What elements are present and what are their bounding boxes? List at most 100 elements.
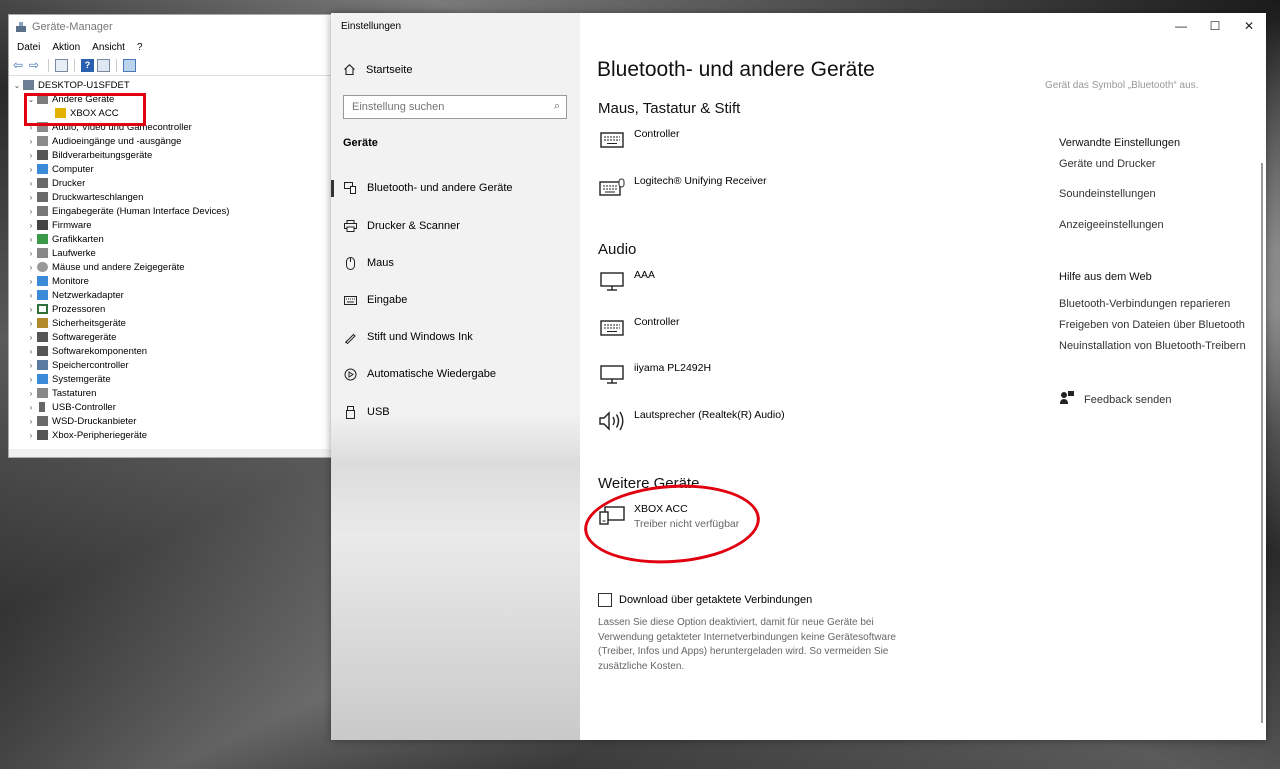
chevron-right-icon[interactable]: › bbox=[25, 193, 37, 202]
tree-item-audio-io[interactable]: › Audioeingänge und -ausgänge bbox=[9, 134, 337, 148]
forward-arrow-icon[interactable]: ⇨ bbox=[29, 58, 42, 72]
tree-item-speichercontroller[interactable]: › Speichercontroller bbox=[9, 358, 337, 372]
settings-search-box[interactable]: ⌕ bbox=[343, 95, 567, 119]
tree-item-softwaregeraete[interactable]: › Softwaregeräte bbox=[9, 330, 337, 344]
tree-item-systemgeraete[interactable]: › Systemgeräte bbox=[9, 372, 337, 386]
chevron-right-icon[interactable]: › bbox=[25, 277, 37, 286]
feedback-link[interactable]: Feedback senden bbox=[1059, 391, 1171, 408]
tree-item-computer[interactable]: › Computer bbox=[9, 162, 337, 176]
menu-ansicht[interactable]: Ansicht bbox=[92, 42, 125, 53]
nav-item-autoplay[interactable]: Automatische Wiedergabe bbox=[331, 359, 580, 389]
nav-item-label: Stift und Windows Ink bbox=[367, 331, 473, 343]
nav-item-usb[interactable]: USB bbox=[331, 397, 580, 427]
speaker-icon bbox=[598, 409, 626, 433]
chevron-right-icon[interactable]: › bbox=[25, 235, 37, 244]
tree-item-grafikkarten[interactable]: › Grafikkarten bbox=[9, 232, 337, 246]
tree-item-tastaturen[interactable]: › Tastaturen bbox=[9, 386, 337, 400]
chevron-right-icon[interactable]: › bbox=[25, 389, 37, 398]
tree-item-sicherheit[interactable]: › Sicherheitsgeräte bbox=[9, 316, 337, 330]
device-tree[interactable]: ⌄ DESKTOP-U1SFDET ⌄ Andere Geräte XBOX A… bbox=[9, 76, 337, 442]
tree-root-computer[interactable]: ⌄ DESKTOP-U1SFDET bbox=[9, 78, 337, 92]
tree-item-prozessoren[interactable]: › Prozessoren bbox=[9, 302, 337, 316]
tree-item-softwarekomponenten[interactable]: › Softwarekomponenten bbox=[9, 344, 337, 358]
metered-download-option[interactable]: Download über getaktete Verbindungen bbox=[598, 593, 812, 607]
link-soundeinstellungen[interactable]: Soundeinstellungen bbox=[1059, 188, 1156, 200]
chevron-down-icon[interactable]: ⌄ bbox=[11, 81, 23, 90]
tree-item-hid[interactable]: › Eingabegeräte (Human Interface Devices) bbox=[9, 204, 337, 218]
nav-item-bluetooth[interactable]: Bluetooth- und andere Geräte bbox=[331, 173, 580, 203]
tree-item-usb[interactable]: › USB-Controller bbox=[9, 400, 337, 414]
tree-item-monitore[interactable]: › Monitore bbox=[9, 274, 337, 288]
metered-download-checkbox[interactable] bbox=[598, 593, 612, 607]
menu-datei[interactable]: Datei bbox=[17, 42, 40, 53]
chevron-right-icon[interactable]: › bbox=[25, 403, 37, 412]
help-icon[interactable]: ? bbox=[81, 58, 94, 72]
chevron-right-icon[interactable]: › bbox=[25, 249, 37, 258]
driver-update-icon[interactable] bbox=[97, 58, 110, 72]
tree-item-laufwerke[interactable]: › Laufwerke bbox=[9, 246, 337, 260]
tree-item-imaging[interactable]: › Bildverarbeitungsgeräte bbox=[9, 148, 337, 162]
menu-help[interactable]: ? bbox=[137, 42, 143, 53]
tree-item-maeuse[interactable]: › Mäuse und andere Zeigegeräte bbox=[9, 260, 337, 274]
chevron-right-icon[interactable]: › bbox=[25, 375, 37, 384]
chevron-right-icon[interactable]: › bbox=[25, 347, 37, 356]
link-treiber-neuinstallation[interactable]: Neuinstallation von Bluetooth-Treibern bbox=[1059, 340, 1246, 352]
chevron-right-icon[interactable]: › bbox=[25, 431, 37, 440]
gamepad-icon bbox=[37, 430, 48, 440]
red-highlight-box bbox=[24, 93, 146, 126]
settings-content: Bluetooth- und andere Geräte Gerät das S… bbox=[580, 13, 1266, 740]
device-manager-window[interactable]: Geräte-Manager Datei Aktion Ansicht ? ⇦ … bbox=[8, 14, 338, 458]
device-item[interactable]: AAA bbox=[598, 269, 655, 293]
settings-window[interactable]: Einstellungen Startseite ⌕ Geräte Blueto… bbox=[331, 13, 1266, 740]
tree-item-label: Bildverarbeitungsgeräte bbox=[52, 149, 153, 161]
horizontal-scrollbar[interactable] bbox=[9, 449, 337, 457]
device-item[interactable]: Lautsprecher (Realtek(R) Audio) bbox=[598, 409, 785, 433]
computer-icon bbox=[37, 164, 48, 174]
link-bluetooth-reparieren[interactable]: Bluetooth-Verbindungen reparieren bbox=[1059, 298, 1230, 310]
monitor-icon bbox=[37, 276, 48, 286]
chevron-right-icon[interactable]: › bbox=[25, 333, 37, 342]
device-item[interactable]: Controller bbox=[598, 128, 680, 152]
nav-item-drucker-scanner[interactable]: Drucker & Scanner bbox=[331, 211, 580, 241]
chevron-right-icon[interactable]: › bbox=[25, 165, 37, 174]
nav-item-stift[interactable]: Stift und Windows Ink bbox=[331, 322, 580, 352]
chevron-right-icon[interactable]: › bbox=[25, 151, 37, 160]
tree-item-label: Eingabegeräte (Human Interface Devices) bbox=[52, 205, 230, 217]
hid-icon bbox=[37, 206, 48, 216]
chevron-right-icon[interactable]: › bbox=[25, 207, 37, 216]
device-item[interactable]: Controller bbox=[598, 316, 680, 340]
nav-home[interactable]: Startseite bbox=[343, 63, 412, 76]
device-item[interactable]: Logitech® Unifying Receiver bbox=[598, 175, 767, 199]
properties-icon[interactable] bbox=[55, 58, 68, 72]
chevron-right-icon[interactable]: › bbox=[25, 221, 37, 230]
tree-item-firmware[interactable]: › Firmware bbox=[9, 218, 337, 232]
chevron-right-icon[interactable]: › bbox=[25, 179, 37, 188]
help-title: Hilfe aus dem Web bbox=[1059, 271, 1152, 283]
chevron-right-icon[interactable]: › bbox=[25, 291, 37, 300]
chevron-right-icon[interactable]: › bbox=[25, 263, 37, 272]
section-title-geraete: Geräte bbox=[343, 137, 378, 149]
back-arrow-icon[interactable]: ⇦ bbox=[13, 58, 26, 72]
search-icon[interactable]: ⌕ bbox=[554, 100, 560, 113]
device-manager-titlebar[interactable]: Geräte-Manager bbox=[9, 15, 337, 39]
link-dateien-freigeben[interactable]: Freigeben von Dateien über Bluetooth bbox=[1059, 319, 1245, 331]
menu-aktion[interactable]: Aktion bbox=[52, 42, 80, 53]
chevron-right-icon[interactable]: › bbox=[25, 319, 37, 328]
chevron-right-icon[interactable]: › bbox=[25, 417, 37, 426]
link-geraete-drucker[interactable]: Geräte und Drucker bbox=[1059, 158, 1156, 170]
nav-item-eingabe[interactable]: Eingabe bbox=[331, 285, 580, 315]
device-item[interactable]: iiyama PL2492H bbox=[598, 362, 711, 386]
tree-item-wsd[interactable]: › WSD-Druckanbieter bbox=[9, 414, 337, 428]
tree-item-drucker[interactable]: › Drucker bbox=[9, 176, 337, 190]
settings-search-input[interactable] bbox=[352, 101, 537, 113]
nav-item-maus[interactable]: Maus bbox=[331, 248, 580, 278]
tree-item-druckwarteschlangen[interactable]: › Druckwarteschlangen bbox=[9, 190, 337, 204]
link-anzeigeeinstellungen[interactable]: Anzeigeeinstellungen bbox=[1059, 219, 1164, 231]
tree-item-xbox-peripherie[interactable]: › Xbox-Peripheriegeräte bbox=[9, 428, 337, 442]
monitor-scan-icon[interactable] bbox=[123, 58, 136, 72]
tree-item-netzwerkadapter[interactable]: › Netzwerkadapter bbox=[9, 288, 337, 302]
chevron-right-icon[interactable]: › bbox=[25, 305, 37, 314]
chevron-right-icon[interactable]: › bbox=[25, 361, 37, 370]
chevron-right-icon[interactable]: › bbox=[25, 137, 37, 146]
vertical-scrollbar[interactable] bbox=[1261, 163, 1263, 723]
